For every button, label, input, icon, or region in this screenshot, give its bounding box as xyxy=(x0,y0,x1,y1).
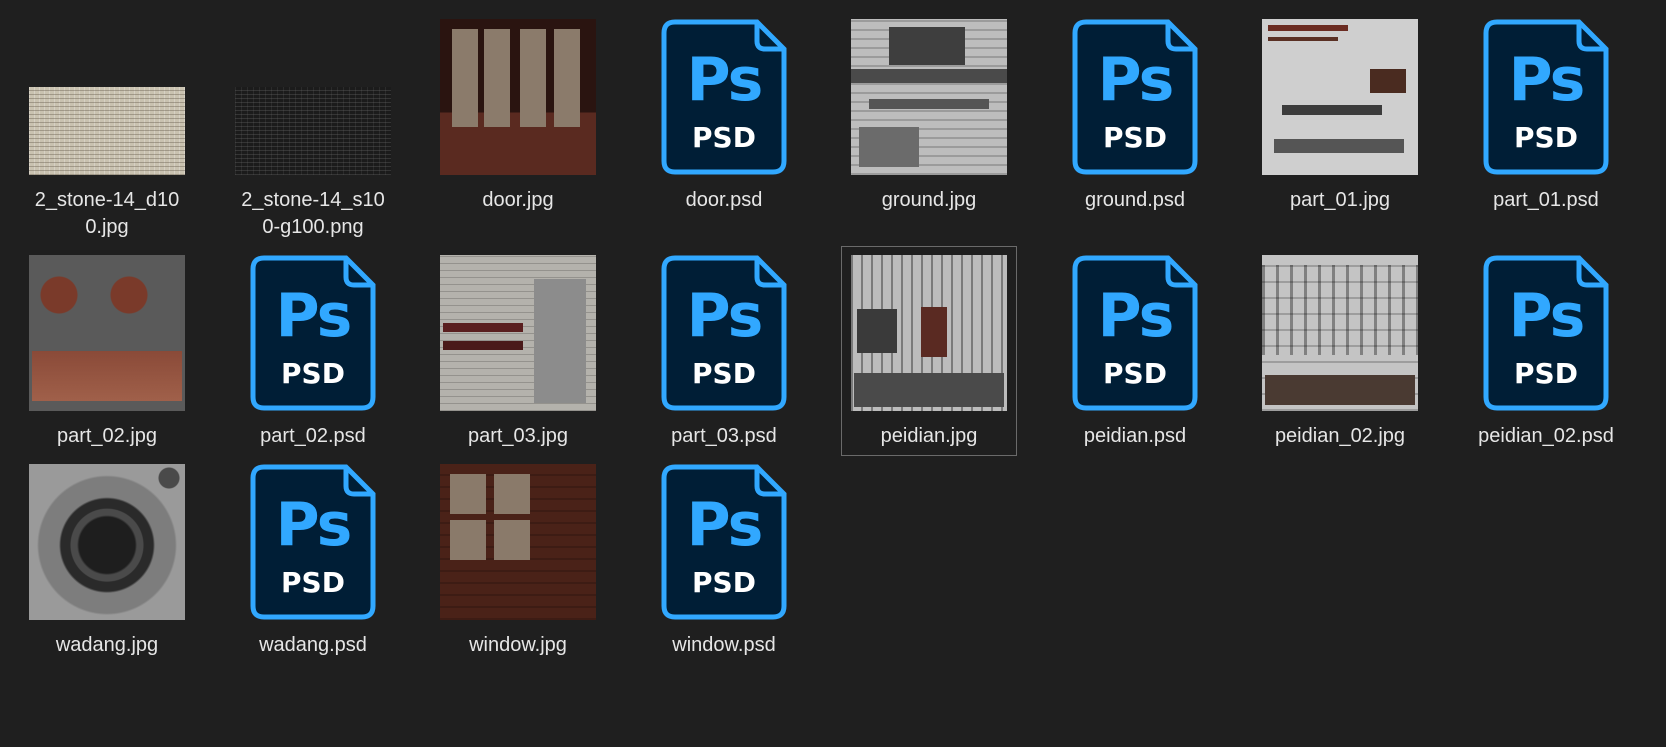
file-item-door-jpg[interactable]: door.jpg xyxy=(430,10,606,220)
file-grid: 2_stone-14_d10 0.jpg 2_stone-14_s10 0-g100.… xyxy=(0,0,1666,747)
photoshop-psd-icon: Ps PSD xyxy=(250,255,376,411)
thumbnail-peidian02 xyxy=(1262,255,1418,411)
file-name-label: part_01.jpg xyxy=(1289,189,1391,211)
file-name-label: peidian_02.jpg xyxy=(1274,425,1406,447)
psd-icon-ps-text: Ps xyxy=(1097,45,1175,115)
file-name-label: 2_stone-14_d10 0.jpg xyxy=(34,189,180,238)
file-name-label: window.psd xyxy=(672,634,776,656)
psd-icon-psd-text: PSD xyxy=(1514,121,1578,154)
file-item-peidian-psd[interactable]: Ps PSD peidian.psd xyxy=(1047,246,1223,456)
photoshop-psd-icon: Ps PSD xyxy=(250,464,376,620)
psd-icon-psd-text: PSD xyxy=(692,357,756,390)
thumbnail-part02 xyxy=(29,255,185,411)
file-item-wadang-jpg[interactable]: wadang.jpg xyxy=(19,455,195,665)
file-name-label: door.psd xyxy=(685,189,763,211)
file-name-label: peidian.jpg xyxy=(880,425,978,447)
psd-icon-ps-text: Ps xyxy=(1508,281,1586,351)
file-name-label: peidian_02.psd xyxy=(1478,425,1614,447)
file-name-label: door.jpg xyxy=(482,189,554,211)
psd-icon-psd-text: PSD xyxy=(1103,121,1167,154)
thumbnail-wadang xyxy=(29,464,185,620)
file-item-2-stone-14-s100-g100-png[interactable]: 2_stone-14_s10 0-g100.png xyxy=(225,10,401,238)
psd-icon-psd-text: PSD xyxy=(1514,357,1578,390)
file-name-label: ground.psd xyxy=(1084,189,1186,211)
thumbnail-part01 xyxy=(1262,19,1418,175)
thumbnail-stone-dark xyxy=(235,87,391,175)
psd-icon-psd-text: PSD xyxy=(692,121,756,154)
psd-icon-ps-text: Ps xyxy=(1508,45,1586,115)
photoshop-psd-icon: Ps PSD xyxy=(661,19,787,175)
thumbnail-part03 xyxy=(440,255,596,411)
file-name-label: peidian.psd xyxy=(1083,425,1187,447)
photoshop-psd-icon: Ps PSD xyxy=(661,464,787,620)
file-item-peidian-02-jpg[interactable]: peidian_02.jpg xyxy=(1252,246,1428,456)
file-item-2-stone-14-d100-jpg[interactable]: 2_stone-14_d10 0.jpg xyxy=(19,10,195,238)
file-item-window-psd[interactable]: Ps PSD window.psd xyxy=(636,455,812,665)
file-name-label: wadang.jpg xyxy=(55,634,159,656)
file-item-door-psd[interactable]: Ps PSD door.psd xyxy=(636,10,812,220)
file-name-label: window.jpg xyxy=(469,634,567,656)
file-name-label: wadang.psd xyxy=(259,634,367,656)
psd-icon-psd-text: PSD xyxy=(1103,357,1167,390)
psd-icon-ps-text: Ps xyxy=(275,490,353,560)
psd-icon-psd-text: PSD xyxy=(692,566,756,599)
file-name-label: ground.jpg xyxy=(881,189,977,211)
file-name-label: part_02.psd xyxy=(260,425,366,447)
photoshop-psd-icon: Ps PSD xyxy=(661,255,787,411)
file-item-part-02-jpg[interactable]: part_02.jpg xyxy=(19,246,195,456)
photoshop-psd-icon: Ps PSD xyxy=(1483,19,1609,175)
thumbnail-door xyxy=(440,19,596,175)
photoshop-psd-icon: Ps PSD xyxy=(1072,255,1198,411)
psd-icon-ps-text: Ps xyxy=(686,45,764,115)
photoshop-psd-icon: Ps PSD xyxy=(1483,255,1609,411)
file-name-label: 2_stone-14_s10 0-g100.png xyxy=(241,189,385,238)
file-item-peidian-jpg[interactable]: peidian.jpg xyxy=(841,246,1017,456)
file-name-label: part_01.psd xyxy=(1493,189,1599,211)
file-item-ground-jpg[interactable]: ground.jpg xyxy=(841,10,1017,220)
file-item-part-03-jpg[interactable]: part_03.jpg xyxy=(430,246,606,456)
file-item-part-02-psd[interactable]: Ps PSD part_02.psd xyxy=(225,246,401,456)
file-item-ground-psd[interactable]: Ps PSD ground.psd xyxy=(1047,10,1223,220)
file-item-peidian-02-psd[interactable]: Ps PSD peidian_02.psd xyxy=(1458,246,1634,456)
psd-icon-psd-text: PSD xyxy=(281,357,345,390)
psd-icon-ps-text: Ps xyxy=(686,490,764,560)
file-item-part-03-psd[interactable]: Ps PSD part_03.psd xyxy=(636,246,812,456)
psd-icon-ps-text: Ps xyxy=(686,281,764,351)
thumbnail-window xyxy=(440,464,596,620)
file-item-window-jpg[interactable]: window.jpg xyxy=(430,455,606,665)
psd-icon-ps-text: Ps xyxy=(1097,281,1175,351)
psd-icon-ps-text: Ps xyxy=(275,281,353,351)
thumbnail-stone-light xyxy=(29,87,185,175)
thumbnail-peidian xyxy=(851,255,1007,411)
psd-icon-psd-text: PSD xyxy=(281,566,345,599)
file-item-part-01-jpg[interactable]: part_01.jpg xyxy=(1252,10,1428,220)
file-item-wadang-psd[interactable]: Ps PSD wadang.psd xyxy=(225,455,401,665)
file-name-label: part_03.psd xyxy=(671,425,777,447)
thumbnail-ground xyxy=(851,19,1007,175)
photoshop-psd-icon: Ps PSD xyxy=(1072,19,1198,175)
file-name-label: part_03.jpg xyxy=(467,425,569,447)
file-item-part-01-psd[interactable]: Ps PSD part_01.psd xyxy=(1458,10,1634,220)
file-name-label: part_02.jpg xyxy=(56,425,158,447)
